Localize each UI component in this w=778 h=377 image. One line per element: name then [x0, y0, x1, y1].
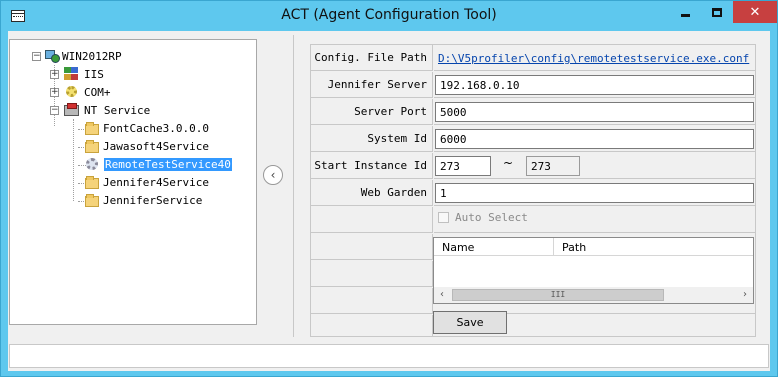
collapse-panel-button[interactable]: ‹	[263, 165, 283, 185]
config-path-label: Config. File Path	[311, 45, 433, 71]
service-tree[interactable]: − WIN2012RP + IIS + COM+ − NT Service Fo…	[9, 39, 257, 325]
tree-expander-com[interactable]: +	[50, 88, 59, 97]
tree-item-jenniferservice[interactable]: JenniferService	[85, 191, 203, 209]
nt-service-icon	[64, 103, 80, 117]
scroll-left-icon[interactable]: ‹	[434, 287, 450, 303]
service-gear-icon	[85, 157, 101, 171]
empty-label-cell	[311, 315, 433, 337]
empty-label-cell	[311, 234, 433, 260]
scroll-thumb[interactable]: III	[452, 289, 664, 301]
folder-icon	[85, 140, 99, 153]
config-path-link[interactable]: D:\V5profiler\config\remotetestservice.e…	[438, 52, 749, 65]
minimize-button[interactable]	[669, 1, 701, 23]
close-icon: ✕	[749, 4, 761, 20]
tree-item-nt-service[interactable]: NT Service	[64, 101, 151, 119]
empty-label-cell	[311, 261, 433, 287]
tree-item-label: Jennifer4Service	[103, 175, 209, 189]
tree-expander-root[interactable]: −	[32, 52, 41, 61]
tree-item-label: WIN2012RP	[62, 49, 122, 63]
client-area: − WIN2012RP + IIS + COM+ − NT Service Fo…	[8, 31, 770, 371]
tree-connector	[73, 119, 74, 201]
panel-divider	[293, 35, 294, 337]
jennifer-server-label: Jennifer Server	[311, 72, 433, 98]
tree-item-label: COM+	[84, 85, 111, 99]
tree-item-iis[interactable]: IIS	[64, 65, 105, 83]
server-port-label: Server Port	[311, 99, 433, 125]
status-bar	[9, 344, 769, 368]
empty-label-cell	[311, 207, 433, 233]
folder-icon	[85, 176, 99, 189]
jennifer-server-cell: 192.168.0.10	[434, 72, 756, 98]
config-path-cell: D:\V5profiler\config\remotetestservice.e…	[434, 45, 756, 71]
tree-item-label: RemoteTestService40	[104, 157, 232, 171]
column-header-path[interactable]: Path	[554, 238, 750, 256]
system-id-label: System Id	[311, 126, 433, 152]
tree-item-jennifer4service[interactable]: Jennifer4Service	[85, 173, 210, 191]
auto-select-cell: Auto Select	[434, 207, 756, 233]
tree-item-label: JenniferService	[103, 193, 203, 207]
auto-select-checkbox[interactable]: Auto Select	[438, 211, 528, 224]
server-icon	[44, 49, 60, 63]
web-garden-input[interactable]: 1	[435, 183, 754, 203]
checkbox-box	[438, 212, 449, 223]
start-instance-cell: 273 ~ 273	[434, 153, 756, 179]
start-instance-label: Start Instance Id	[311, 153, 433, 179]
system-id-cell: 6000	[434, 126, 756, 152]
chevron-left-icon: ‹	[270, 168, 276, 182]
start-instance-from-input[interactable]: 273	[435, 156, 491, 176]
grid-header: Name Path	[434, 238, 753, 256]
folder-icon	[85, 122, 99, 135]
tree-item-label: NT Service	[84, 103, 151, 117]
auto-select-label: Auto Select	[455, 211, 528, 224]
tree-item-label: FontCache3.0.0.0	[103, 121, 209, 135]
tree-item-label: Jawasoft4Service	[103, 139, 209, 153]
tree-expander-nt-service[interactable]: −	[50, 106, 59, 115]
jennifer-server-input[interactable]: 192.168.0.10	[435, 75, 754, 95]
range-separator: ~	[503, 156, 514, 170]
scroll-right-icon[interactable]: ›	[737, 287, 753, 303]
horizontal-scrollbar[interactable]: ‹ III ›	[434, 287, 753, 303]
window-title: ACT (Agent Configuration Tool)	[281, 7, 497, 23]
system-id-input[interactable]: 6000	[435, 129, 754, 149]
start-instance-to-input: 273	[526, 156, 580, 176]
maximize-icon	[712, 7, 722, 17]
instance-list-grid[interactable]: Name Path ‹ III ›	[433, 237, 754, 304]
tree-expander-iis[interactable]: +	[50, 70, 59, 79]
maximize-button[interactable]	[701, 1, 733, 23]
tree-item-label: IIS	[84, 67, 104, 81]
title-bar[interactable]: ACT (Agent Configuration Tool) ✕	[1, 1, 777, 31]
empty-label-cell	[311, 288, 433, 314]
tree-item-remotetestservice40[interactable]: RemoteTestService40	[85, 155, 232, 173]
web-garden-cell: 1	[434, 180, 756, 206]
tree-item-root[interactable]: WIN2012RP	[44, 47, 123, 65]
tree-item-com[interactable]: COM+	[64, 83, 112, 101]
column-header-name[interactable]: Name	[434, 238, 554, 256]
tree-item-jawasoft4service[interactable]: Jawasoft4Service	[85, 137, 210, 155]
iis-icon	[64, 67, 80, 81]
tree-item-fontcache[interactable]: FontCache3.0.0.0	[85, 119, 210, 137]
folder-icon	[85, 194, 99, 207]
app-window: ACT (Agent Configuration Tool) ✕ − WIN20…	[0, 0, 778, 377]
close-button[interactable]: ✕	[733, 1, 777, 23]
com-icon	[64, 85, 80, 99]
server-port-cell: 5000	[434, 99, 756, 125]
save-button[interactable]: Save	[433, 311, 507, 334]
web-garden-label: Web Garden	[311, 180, 433, 206]
minimize-icon	[680, 13, 690, 17]
server-port-input[interactable]: 5000	[435, 102, 754, 122]
